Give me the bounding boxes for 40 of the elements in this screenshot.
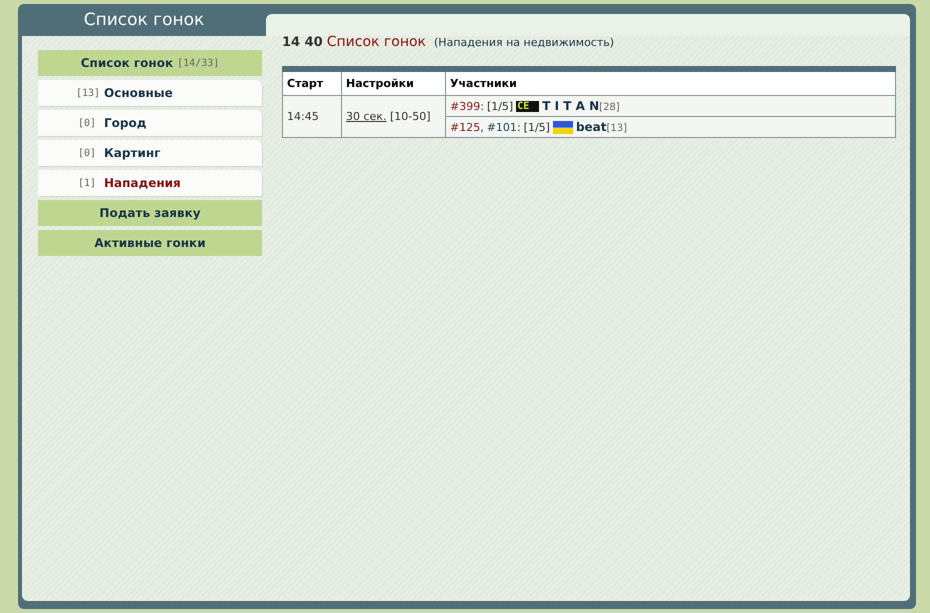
- page-heading: Список гонок: [326, 34, 426, 50]
- flag-icon: [552, 120, 573, 134]
- column-header: Настройки: [342, 69, 446, 96]
- separator-text: :: [516, 120, 521, 134]
- window-title: Список гонок: [82, 10, 206, 32]
- time-label: 14 40: [282, 35, 323, 50]
- separator-text: :: [480, 100, 484, 112]
- slots-label: [1/5]: [486, 100, 514, 112]
- player-name[interactable]: T I T A N: [542, 99, 600, 113]
- count-label: [13]: [76, 88, 96, 98]
- category-label[interactable]: Город: [104, 116, 146, 130]
- start-cell: 14:45: [282, 96, 342, 138]
- menu-button[interactable]: Активные гонки: [38, 230, 262, 256]
- category-tab[interactable]: [1] Нападения: [38, 170, 262, 196]
- race-id-link[interactable]: #125: [450, 120, 480, 134]
- slots-label: [1/5]: [524, 120, 550, 134]
- category-tab[interactable]: [0] Город: [38, 110, 262, 136]
- race-list-button[interactable]: Список гонок [14/33]: [38, 50, 262, 76]
- count-label: [1]: [76, 178, 96, 188]
- timeout-link[interactable]: 30 сек.: [346, 110, 386, 123]
- category-tab[interactable]: [0] Картинг: [38, 140, 262, 166]
- category-tab[interactable]: [13] Основные: [38, 80, 262, 106]
- separator-text: ,: [480, 120, 484, 134]
- count-label: [0]: [76, 118, 96, 128]
- race-id-link[interactable]: #101: [486, 120, 517, 134]
- menu-button[interactable]: Подать заявку: [38, 200, 262, 226]
- count-label: [14/33]: [177, 58, 220, 68]
- player-name[interactable]: beat: [576, 120, 607, 134]
- column-header: Участники: [446, 69, 896, 96]
- settings-cell: 30 сек. [10-50]: [342, 96, 446, 138]
- category-label[interactable]: Нападения: [104, 176, 181, 190]
- category-label[interactable]: Картинг: [104, 146, 160, 160]
- category-label[interactable]: Основные: [104, 86, 173, 100]
- page-subtitle: (Нападения на недвижимость): [434, 36, 614, 49]
- clan-badge: CE: [516, 100, 540, 112]
- level-label: [28]: [599, 102, 620, 113]
- column-header: Старт: [282, 69, 342, 96]
- level-label: [13]: [606, 123, 628, 134]
- count-label: [0]: [76, 148, 96, 158]
- race-id-link[interactable]: #399: [450, 100, 480, 112]
